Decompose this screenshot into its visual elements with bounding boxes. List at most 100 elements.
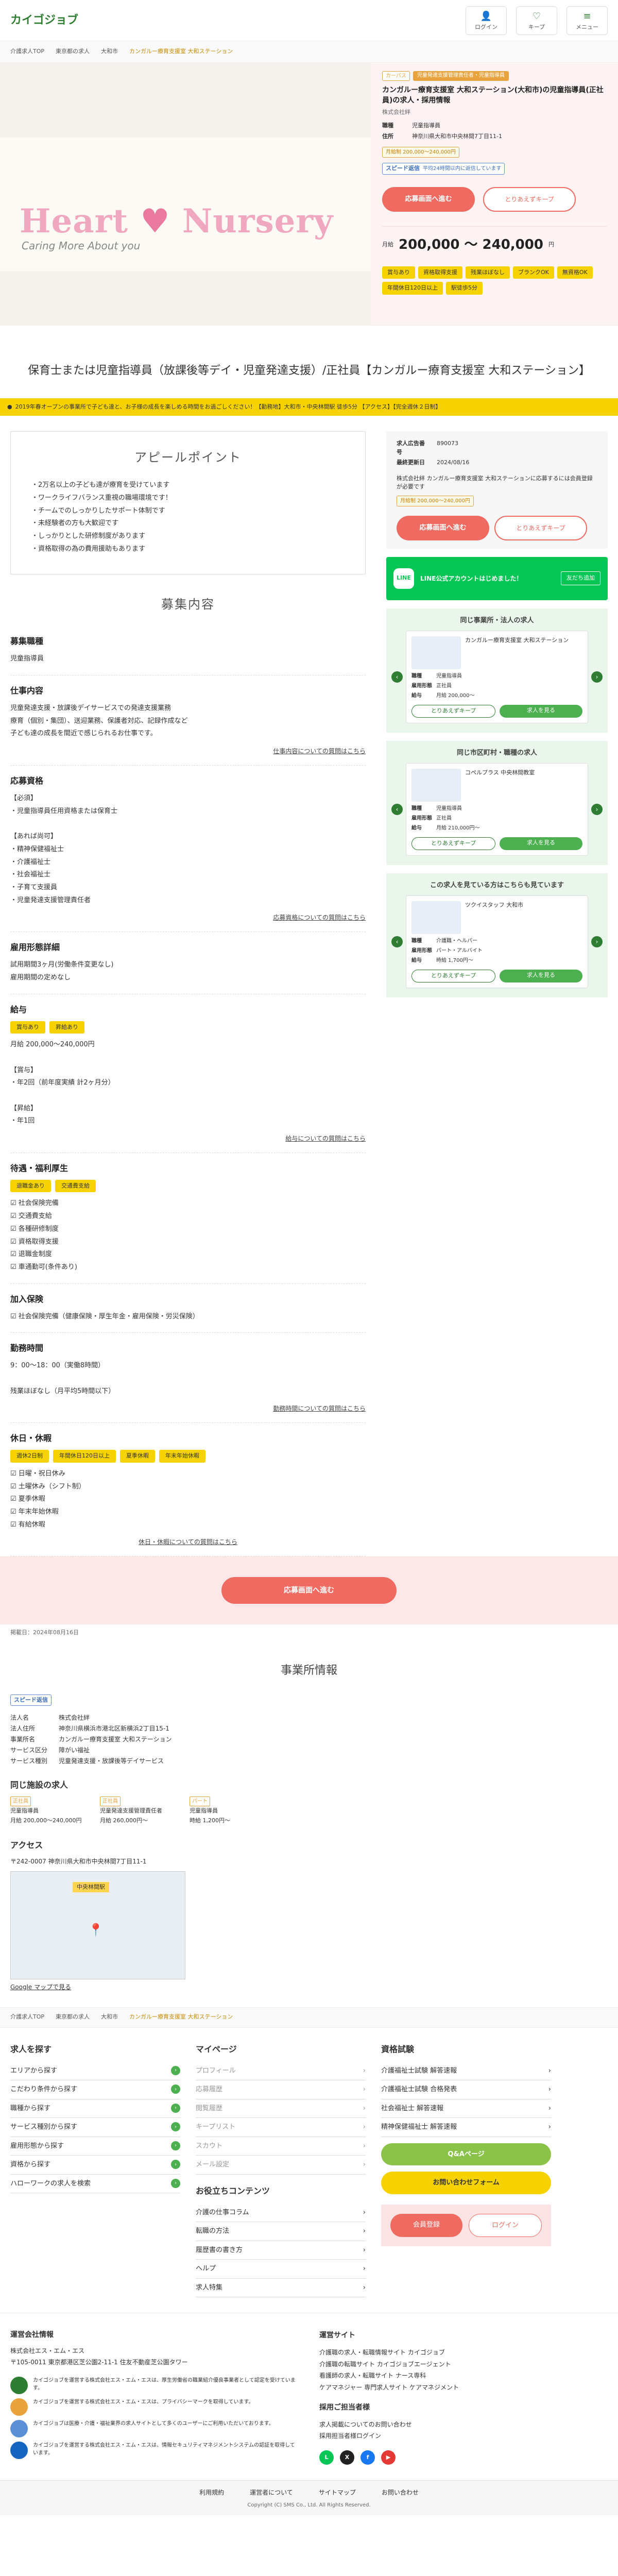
operated-site-link[interactable]: 介護職の求人・転職情報サイト カイゴジョブ xyxy=(319,2347,608,2359)
card-keep-button[interactable]: とりあえずキープ xyxy=(411,970,495,982)
footer-link[interactable]: 職種から探す › xyxy=(10,2099,180,2119)
footer-link[interactable]: 介護福祉士試験 解答速報 › xyxy=(381,2062,551,2081)
kv-value: 890073 xyxy=(437,440,458,447)
footer-link-label: プロフィール xyxy=(196,2066,236,2075)
breadcrumb-item[interactable]: 大和市 xyxy=(101,2013,118,2022)
footer-bottom-link[interactable]: サイトマップ xyxy=(319,2488,356,2497)
chevron-right-icon: › xyxy=(363,2208,366,2216)
breadcrumb-item[interactable]: 東京都の求人 xyxy=(56,47,90,56)
side-keep-button[interactable]: とりあえずキープ xyxy=(494,515,587,540)
question-link[interactable]: 勤務時間についての質問はこちら xyxy=(10,1404,366,1413)
footer-link[interactable]: 資格から探す › xyxy=(10,2156,180,2175)
hiring-link[interactable]: 求人掲載についてのお問い合わせ xyxy=(319,2419,608,2431)
chevron-left-icon[interactable]: ‹ xyxy=(391,936,403,947)
x-icon[interactable]: X xyxy=(340,2450,354,2465)
footer-link[interactable]: サービス種別から探す › xyxy=(10,2118,180,2137)
operated-site-link[interactable]: 介護職の転職サイト カイゴジョブエージェント xyxy=(319,2359,608,2370)
map[interactable]: 中央林間駅 📍 xyxy=(10,1871,185,1979)
kv-value: 正社員 xyxy=(436,683,452,689)
menu-button[interactable]: ≡ メニュー xyxy=(566,6,608,35)
row-body: 9：00〜18：00（実働8時間） 残業ほぼなし（月平均5時間以下） xyxy=(10,1362,115,1395)
keep-job-button[interactable]: とりあえずキープ xyxy=(483,187,576,212)
card-view-button[interactable]: 求人を見る xyxy=(500,705,582,718)
operated-site-link[interactable]: 看護師の求人・転職サイト ナース専科 xyxy=(319,2370,608,2382)
same-facility-job[interactable]: 正社員 児童指導員 月給 200,000〜240,000円 xyxy=(10,1797,93,1825)
check-item: ☑ 資格取得支援 xyxy=(10,1238,59,1246)
footer-link[interactable]: 社会福祉士 解答速報 › xyxy=(381,2099,551,2119)
register-button[interactable]: 会員登録 xyxy=(390,2213,462,2238)
question-link[interactable]: 仕事内容についての質問はこちら xyxy=(10,747,366,756)
keep-button[interactable]: ♡ キープ xyxy=(516,6,557,35)
hiring-link[interactable]: 採用担当者様ログイン xyxy=(319,2430,608,2442)
question-link[interactable]: 休日・休暇についての質問はこちら xyxy=(10,1537,366,1547)
site-logo[interactable]: カイゴジョブ xyxy=(10,12,78,29)
operated-site-link[interactable]: ケアマネジャー 専門求人サイト ケアマネジメント xyxy=(319,2382,608,2394)
check-item: ☑ 退職金制度 xyxy=(10,1250,52,1259)
cert-text: カイゴジョブを運営する株式会社エス・エム・エスは、情報セキュリティマネジメントシ… xyxy=(33,2442,295,2456)
breadcrumb-item[interactable]: 介護求人TOP xyxy=(10,2013,44,2022)
footer-link[interactable]: プロフィール › xyxy=(196,2062,366,2081)
row-heading: 仕事内容 xyxy=(10,686,44,696)
speed-badge: スピード返信 xyxy=(10,1694,52,1706)
login-button[interactable]: 👤 ログイン xyxy=(466,6,507,35)
line-banner[interactable]: LINE LINE公式アカウントはじめました！ 友だち追加 xyxy=(386,556,608,600)
chevron-right-icon[interactable]: › xyxy=(591,803,603,815)
chevron-left-icon[interactable]: ‹ xyxy=(391,671,403,683)
footer-bottom-link[interactable]: お問い合わせ xyxy=(382,2488,419,2497)
kv-key: サービス種別 xyxy=(10,1757,48,1765)
footer-link[interactable]: 雇用形態から探す › xyxy=(10,2137,180,2156)
footer-bottom-link[interactable]: 利用規約 xyxy=(199,2488,224,2497)
card-view-button[interactable]: 求人を見る xyxy=(500,837,582,850)
apply-button[interactable]: 応募画面へ進む xyxy=(382,187,475,212)
breadcrumb-item[interactable]: 介護求人TOP xyxy=(10,47,44,56)
footer-link[interactable]: 精神保健福祉士 解答速報 › xyxy=(381,2118,551,2137)
same-facility-job[interactable]: パート 児童指導員 時給 1,200円〜 xyxy=(190,1797,272,1825)
footer-link[interactable]: エリアから探す › xyxy=(10,2062,180,2081)
footer-link-label: エリアから探す xyxy=(10,2066,58,2075)
qa-button[interactable]: Q&Aページ xyxy=(381,2143,551,2166)
login-button-footer[interactable]: ログイン xyxy=(469,2213,542,2238)
footer-link[interactable]: 介護の仕事コラム › xyxy=(196,2204,366,2223)
youtube-icon[interactable]: ▶ xyxy=(381,2450,396,2465)
footer-link[interactable]: 求人特集 › xyxy=(196,2279,366,2298)
footer-link[interactable]: メール設定 › xyxy=(196,2156,366,2175)
question-link[interactable]: 給与についての質問はこちら xyxy=(10,1134,366,1143)
footer-link[interactable]: 閲覧履歴 › xyxy=(196,2099,366,2119)
card-keep-button[interactable]: とりあえずキープ xyxy=(411,705,495,718)
footer-link[interactable]: ヘルプ › xyxy=(196,2260,366,2279)
kv-row: 職種 児童指導員 xyxy=(382,122,607,130)
kv-row: 職種 児童指導員 xyxy=(411,805,582,812)
chevron-right-icon[interactable]: › xyxy=(591,671,603,683)
bottom-apply-button[interactable]: 応募画面へ進む xyxy=(221,1577,397,1604)
card-view-button[interactable]: 求人を見る xyxy=(500,970,582,982)
footer-link[interactable]: こだわり条件から探す › xyxy=(10,2080,180,2099)
footer-link[interactable]: スカウト › xyxy=(196,2137,366,2156)
contact-button[interactable]: お問い合わせフォーム xyxy=(381,2172,551,2194)
footer-link[interactable]: 介護福祉士試験 合格発表 › xyxy=(381,2080,551,2099)
chevron-left-icon[interactable]: ‹ xyxy=(391,803,403,815)
side-apply-button[interactable]: 応募画面へ進む xyxy=(397,515,489,540)
breadcrumb-item[interactable]: 東京都の求人 xyxy=(56,2013,90,2022)
footer-link[interactable]: 転職の方法 › xyxy=(196,2222,366,2241)
footer-link[interactable]: 応募履歴 › xyxy=(196,2080,366,2099)
row-insurance: 加入保険 ☑ 社会保険完備（健康保険・厚生年金・雇用保険・労災保険） xyxy=(10,1284,366,1333)
line-icon[interactable]: L xyxy=(319,2450,334,2465)
kv-key: 職種 xyxy=(411,673,422,680)
chevron-right-icon[interactable]: › xyxy=(591,936,603,947)
footer-link[interactable]: ハローワークの求人を検索 › xyxy=(10,2175,180,2194)
job-card[interactable]: コペルプラス 中央林間教室 職種 児童指導員 雇用形態 正社員 給与 月給 210,0… xyxy=(406,763,588,856)
map-link[interactable]: Google マップで見る xyxy=(10,1982,608,1992)
same-facility-job[interactable]: 正社員 児童発達支援管理責任者 月給 260,000円〜 xyxy=(100,1797,182,1825)
job-card[interactable]: ツクイスタッフ 大和市 職種 介護職・ヘルパー 雇用形態 パート・アルバイト 給与 時… xyxy=(406,895,588,988)
footer-link[interactable]: 履歴書の書き方 › xyxy=(196,2241,366,2260)
line-add-button[interactable]: 友だち追加 xyxy=(561,571,600,585)
breadcrumb-item[interactable]: 大和市 xyxy=(101,47,118,56)
footer-link[interactable]: キープリスト › xyxy=(196,2118,366,2137)
question-link[interactable]: 応募資格についての質問はこちら xyxy=(10,913,366,922)
facebook-icon[interactable]: f xyxy=(360,2450,375,2465)
breadcrumb: 介護求人TOP 東京都の求人 大和市 カンガルー療育支援室 大和ステーション xyxy=(0,41,618,63)
footer-bottom-link[interactable]: 運営者について xyxy=(250,2488,293,2497)
salary-value: 200,000 〜 240,000 xyxy=(399,236,543,252)
job-card[interactable]: カンガルー療育支援室 大和ステーション 職種 児童指導員 雇用形態 正社員 給与 月給… xyxy=(406,631,588,723)
card-keep-button[interactable]: とりあえずキープ xyxy=(411,837,495,850)
